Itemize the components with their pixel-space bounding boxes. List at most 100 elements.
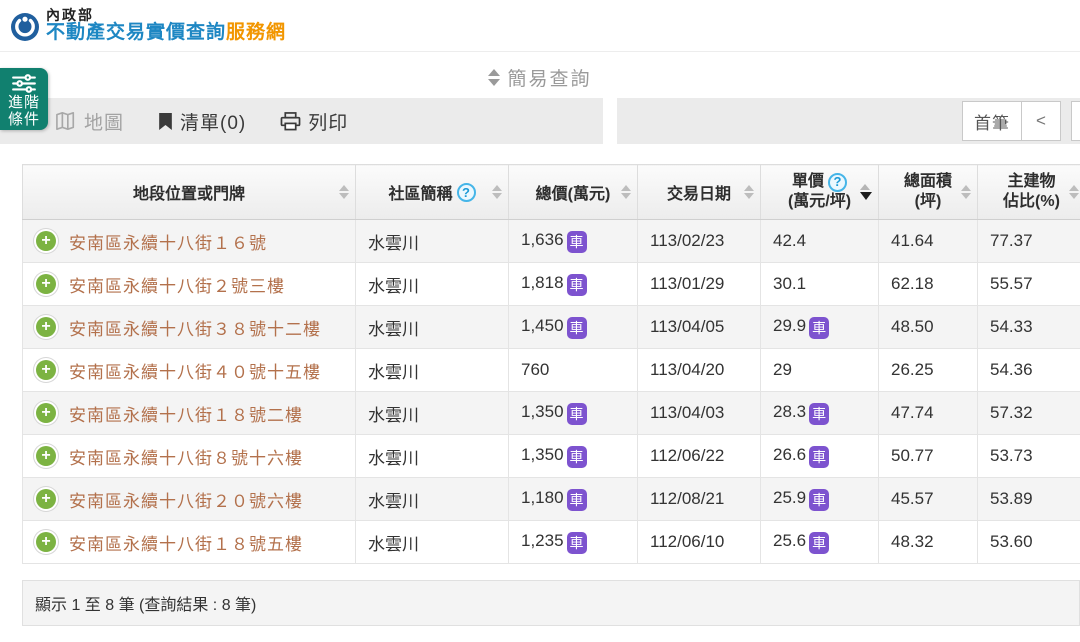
unit-price-cell: 25.6 車 — [760, 520, 879, 564]
unit-price-cell: 30.1 — [760, 262, 879, 306]
sort-icon — [961, 185, 971, 199]
expand-row-plus-icon[interactable]: + — [36, 489, 56, 509]
advanced-conditions-button[interactable]: 進階 條件 — [0, 68, 48, 130]
expand-row-plus-icon[interactable]: + — [36, 317, 56, 337]
community-cell: 水雲川 — [355, 219, 509, 263]
date-cell: 113/04/03 — [637, 391, 761, 435]
sliders-icon — [12, 74, 36, 93]
column-header-community[interactable]: 社區簡稱? — [355, 164, 509, 220]
ratio-cell: 57.32 — [977, 391, 1080, 435]
area-cell: 41.64 — [878, 219, 978, 263]
table-row: + 安南區永續十八街３８號十二樓 水雲川 1,450 車 113/04/05 29.… — [22, 305, 1080, 349]
parking-badge: 車 — [566, 402, 587, 425]
community-cell: 水雲川 — [355, 391, 509, 435]
expand-row-plus-icon[interactable]: + — [36, 403, 56, 423]
expand-collapse-icon — [488, 68, 501, 86]
parking-badge: 車 — [809, 531, 830, 554]
date-cell: 113/01/29 — [637, 262, 761, 306]
map-view-label: 地圖 — [84, 112, 125, 134]
column-header-address[interactable]: 地段位置或門牌 — [22, 164, 356, 220]
date-cell: 113/02/23 — [637, 219, 761, 263]
sort-icon — [744, 185, 754, 199]
expand-row-plus-icon[interactable]: + — [36, 446, 56, 466]
pagination-next-button[interactable] — [1071, 101, 1080, 141]
expand-row-plus-icon[interactable]: + — [36, 274, 56, 294]
column-header-date[interactable]: 交易日期 — [637, 164, 761, 220]
unit-price-cell: 28.3 車 — [760, 391, 879, 435]
pagination-first-button[interactable]: 首筆 — [962, 101, 1022, 141]
address-link[interactable]: 安南區永續十八街１８號二樓 — [69, 406, 303, 425]
expand-row-plus-icon[interactable]: + — [36, 360, 56, 380]
help-icon[interactable]: ? — [456, 182, 476, 202]
parking-badge: 車 — [566, 316, 587, 339]
unit-price-cell: 25.9 車 — [760, 477, 879, 521]
site-title: 不動產交易實價查詢服務網 — [46, 22, 286, 44]
area-cell: 26.25 — [878, 348, 978, 392]
unit-price-cell: 29 — [760, 348, 879, 392]
table-row: + 安南區永續十八街１８號五樓 水雲川 1,235 車 112/06/10 25.6… — [22, 520, 1080, 564]
ratio-cell: 55.57 — [977, 262, 1080, 306]
parking-badge: 車 — [809, 402, 830, 425]
community-cell: 水雲川 — [355, 434, 509, 478]
print-label: 列印 — [308, 112, 349, 134]
date-cell: 112/06/10 — [637, 520, 761, 564]
parking-badge: 車 — [566, 531, 587, 554]
column-header-area[interactable]: 總面積 (坪) — [878, 164, 978, 220]
parking-badge: 車 — [566, 273, 587, 296]
community-cell: 水雲川 — [355, 305, 509, 349]
price-cell: 760 — [508, 348, 638, 392]
column-header-price[interactable]: 總價(萬元) — [508, 164, 638, 220]
advanced-conditions-label: 進階 條件 — [8, 94, 41, 128]
address-link[interactable]: 安南區永續十八街８號十六樓 — [69, 449, 303, 468]
list-view-button[interactable]: 清單(0) — [158, 108, 246, 135]
price-cell: 1,180 車 — [508, 477, 638, 521]
column-header-unit-price[interactable]: 單價? (萬元/坪) — [760, 164, 879, 220]
sort-icon-descending — [860, 184, 872, 200]
pagination-prev-button[interactable]: < — [1021, 101, 1061, 141]
unit-price-cell: 26.6 車 — [760, 434, 879, 478]
ratio-cell: 77.37 — [977, 219, 1080, 263]
site-brand: 內政部 不動產交易實價查詢服務網 — [46, 7, 286, 44]
date-cell: 112/06/22 — [637, 434, 761, 478]
site-header: 內政部 不動產交易實價查詢服務網 — [0, 6, 1080, 52]
sort-icon — [339, 185, 349, 199]
area-cell: 45.57 — [878, 477, 978, 521]
ratio-cell: 54.36 — [977, 348, 1080, 392]
table-row: + 安南區永續十八街２號三樓 水雲川 1,818 車 113/01/29 30.1 … — [22, 262, 1080, 306]
expand-row-plus-icon[interactable]: + — [36, 231, 56, 251]
price-cell: 1,235 車 — [508, 520, 638, 564]
price-cell: 1,450 車 — [508, 305, 638, 349]
table-row: + 安南區永續十八街１８號二樓 水雲川 1,350 車 113/04/03 28.3… — [22, 391, 1080, 435]
sort-icon — [621, 185, 631, 199]
address-link[interactable]: 安南區永續十八街４０號十五樓 — [69, 363, 321, 382]
table-row: + 安南區永續十八街１６號 水雲川 1,636 車 113/02/23 42.4 4… — [22, 219, 1080, 263]
ratio-cell: 54.33 — [977, 305, 1080, 349]
map-view-button[interactable]: 地圖 — [55, 108, 124, 135]
ratio-cell: 53.89 — [977, 477, 1080, 521]
address-link[interactable]: 安南區永續十八街１６號 — [69, 234, 267, 253]
area-cell: 48.32 — [878, 520, 978, 564]
results-table: 地段位置或門牌 社區簡稱? 總價(萬元) 交易日期 單價? (萬元/坪) 總面積… — [22, 164, 1080, 564]
parking-badge: 車 — [809, 488, 830, 511]
query-mode-label: 簡易查詢 — [507, 68, 592, 90]
column-header-ratio[interactable]: 主建物 佔比(%) — [977, 164, 1080, 220]
table-row: + 安南區永續十八街４０號十五樓 水雲川 760 113/04/20 29 26.… — [22, 348, 1080, 392]
community-cell: 水雲川 — [355, 520, 509, 564]
pagination: 首筆 < — [962, 101, 1080, 141]
print-button[interactable]: 列印 — [280, 108, 348, 135]
parking-badge: 車 — [566, 445, 587, 468]
price-cell: 1,636 車 — [508, 219, 638, 263]
result-summary-text: 顯示 1 至 8 筆 (查詢結果 : 8 筆) — [35, 597, 257, 614]
address-link[interactable]: 安南區永續十八街２０號六樓 — [69, 492, 303, 511]
address-link[interactable]: 安南區永續十八街３８號十二樓 — [69, 320, 321, 339]
expand-row-plus-icon[interactable]: + — [36, 532, 56, 552]
query-mode-selector[interactable]: 簡易查詢 — [0, 60, 1080, 94]
moi-logo-icon — [11, 13, 39, 41]
parking-badge: 車 — [566, 488, 587, 511]
address-link[interactable]: 安南區永續十八街２號三樓 — [69, 277, 285, 296]
address-link[interactable]: 安南區永續十八街１８號五樓 — [69, 535, 303, 554]
help-icon[interactable]: ? — [828, 172, 847, 192]
community-cell: 水雲川 — [355, 262, 509, 306]
list-view-label: 清單(0) — [180, 112, 247, 134]
site-title-main: 不動產交易實價查詢 — [46, 22, 227, 44]
